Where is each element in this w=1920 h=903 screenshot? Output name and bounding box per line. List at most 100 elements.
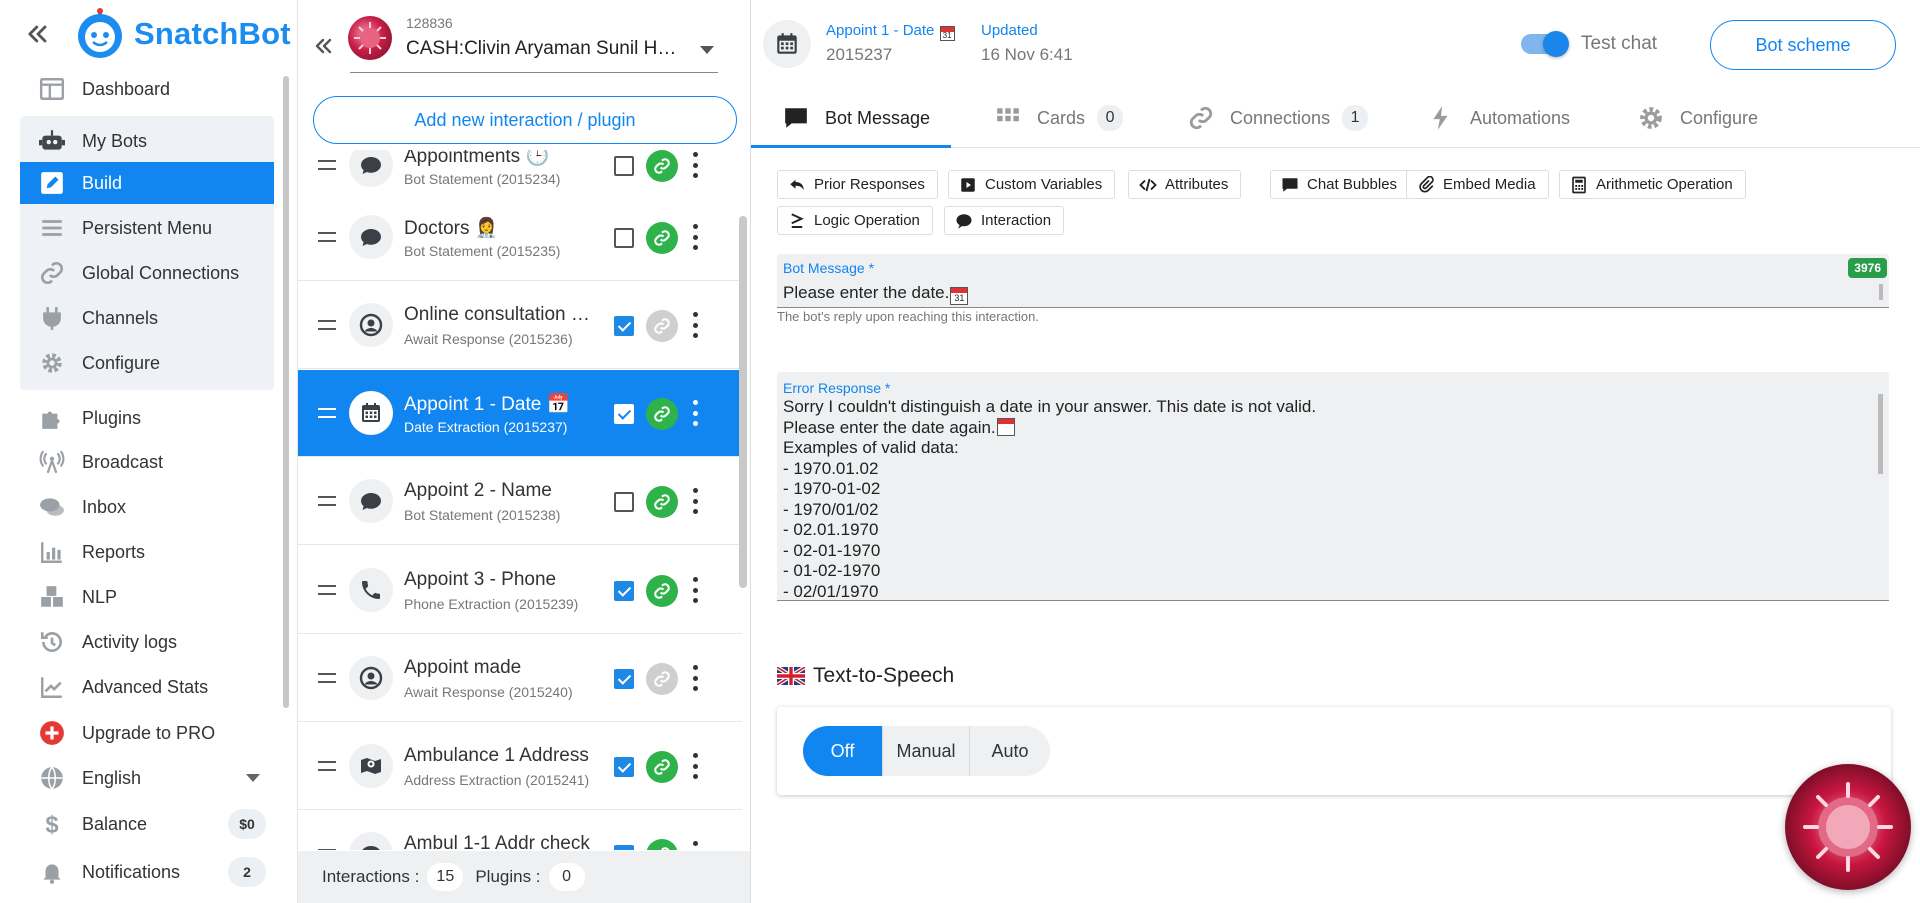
test-chat-toggle[interactable] xyxy=(1521,31,1569,57)
nav-balance[interactable]: $ Balance $0 xyxy=(20,803,274,845)
language-selector[interactable]: English xyxy=(20,757,274,799)
bot-scheme-button[interactable]: Bot scheme xyxy=(1710,20,1896,70)
tts-manual-option[interactable]: Manual xyxy=(883,726,970,776)
nav-upgrade-pro[interactable]: Upgrade to PRO xyxy=(20,712,274,754)
nav-inbox[interactable]: Inbox xyxy=(20,486,274,528)
attributes-chip[interactable]: Attributes xyxy=(1128,170,1242,199)
nav-dashboard[interactable]: Dashboard xyxy=(20,68,274,110)
interaction-row[interactable]: Doctors 👩‍⚕️ Bot Statement (2015235) xyxy=(298,194,742,281)
interaction-checkbox[interactable] xyxy=(614,156,634,176)
nav-persistent-menu[interactable]: Persistent Menu xyxy=(20,207,274,249)
interaction-row[interactable]: Appoint 3 - Phone Phone Extraction (20152… xyxy=(298,547,742,634)
link-icon[interactable] xyxy=(646,751,678,783)
interaction-row[interactable]: Appoint 1 - Date 📅 Date Extraction (20152… xyxy=(298,370,742,457)
more-options-icon[interactable] xyxy=(690,753,700,779)
interaction-row[interactable]: Appoint 2 - Name Bot Statement (2015238) xyxy=(298,458,742,545)
interaction-checkbox[interactable] xyxy=(614,669,634,689)
interaction-checkbox[interactable] xyxy=(614,845,634,850)
robot-logo-icon xyxy=(78,8,122,58)
interaction-list-scrollbar[interactable] xyxy=(739,216,747,588)
drag-handle-icon[interactable] xyxy=(318,496,336,506)
link-icon[interactable] xyxy=(646,222,678,254)
tts-auto-option[interactable]: Auto xyxy=(970,726,1050,776)
snatchbot-logo[interactable]: SnatchBot xyxy=(74,8,291,60)
drag-handle-icon[interactable] xyxy=(318,160,336,170)
interaction-row[interactable]: Online consultation with doctor Await Res… xyxy=(298,282,742,369)
error-response-input[interactable]: Sorry I couldn't distinguish a date in y… xyxy=(783,397,1316,602)
prior-responses-chip[interactable]: Prior Responses xyxy=(777,170,938,199)
chat-bubbles-chip[interactable]: Chat Bubbles xyxy=(1270,170,1411,199)
interaction-row[interactable]: Ambul 1-1 Addr check xyxy=(298,811,742,850)
link-icon[interactable] xyxy=(646,663,678,695)
nav-reports[interactable]: Reports xyxy=(20,531,274,573)
tts-off-option[interactable]: Off xyxy=(803,726,883,776)
more-options-icon[interactable] xyxy=(690,665,700,691)
nav-plugins[interactable]: Plugins xyxy=(20,397,274,439)
embed-media-chip[interactable]: Embed Media xyxy=(1406,170,1549,199)
nav-global-connections[interactable]: Global Connections xyxy=(20,252,274,294)
more-options-icon[interactable] xyxy=(690,488,700,514)
interaction-row[interactable]: Ambulance 1 Address Address Extraction (2… xyxy=(298,723,742,810)
more-options-icon[interactable] xyxy=(690,400,700,426)
interaction-checkbox[interactable] xyxy=(614,316,634,336)
more-options-icon[interactable] xyxy=(690,312,700,338)
bot-message-scrollbar[interactable] xyxy=(1879,284,1883,300)
logic-operation-chip[interactable]: Logic Operation xyxy=(777,206,933,235)
bot-message-input[interactable]: Please enter the date. 31 xyxy=(783,283,969,305)
bell-icon xyxy=(38,858,66,886)
drag-handle-icon[interactable] xyxy=(318,761,336,771)
nav-channels[interactable]: Channels xyxy=(20,297,274,339)
text-to-speech-heading: Text-to-Speech xyxy=(777,664,954,688)
tab-connections[interactable]: Connections 1 xyxy=(1188,88,1369,148)
error-response-field[interactable]: Error Response * Sorry I couldn't distin… xyxy=(777,372,1889,601)
nav-notifications[interactable]: Notifications 2 xyxy=(20,851,274,893)
tab-automations[interactable]: Automations xyxy=(1428,88,1570,148)
link-icon[interactable] xyxy=(646,310,678,342)
tab-configure[interactable]: Configure xyxy=(1638,88,1758,148)
link-icon[interactable] xyxy=(646,486,678,518)
custom-variables-chip[interactable]: Custom Variables xyxy=(948,170,1116,199)
bot-selector[interactable]: CASH:Clivin Aryaman Sunil Harsh Bot xyxy=(406,38,686,60)
arithmetic-operation-chip[interactable]: Arithmetic Operation xyxy=(1559,170,1746,199)
interaction-checkbox[interactable] xyxy=(614,581,634,601)
chat-widget-avatar[interactable] xyxy=(1785,764,1911,890)
drag-handle-icon[interactable] xyxy=(318,585,336,595)
chevron-down-icon[interactable] xyxy=(700,46,714,54)
more-options-icon[interactable] xyxy=(690,152,700,178)
drag-handle-icon[interactable] xyxy=(318,408,336,418)
sidebar-scrollbar[interactable] xyxy=(283,76,289,708)
nav-configure[interactable]: Configure xyxy=(20,342,274,384)
drag-handle-icon[interactable] xyxy=(318,849,336,850)
more-options-icon[interactable] xyxy=(690,841,700,850)
tab-cards[interactable]: Cards 0 xyxy=(995,88,1124,148)
interaction-checkbox[interactable] xyxy=(614,228,634,248)
link-icon[interactable] xyxy=(646,398,678,430)
interaction-chip[interactable]: Interaction xyxy=(944,206,1065,235)
collapse-panel-icon[interactable] xyxy=(312,34,336,58)
link-icon[interactable] xyxy=(646,839,678,850)
error-response-scrollbar[interactable] xyxy=(1878,394,1883,474)
interaction-row[interactable]: Appoint made Await Response (2015240) xyxy=(298,635,742,722)
link-icon[interactable] xyxy=(646,150,678,182)
drag-handle-icon[interactable] xyxy=(318,232,336,242)
add-interaction-button[interactable]: Add new interaction / plugin xyxy=(313,96,737,144)
more-options-icon[interactable] xyxy=(690,577,700,603)
more-options-icon[interactable] xyxy=(690,224,700,250)
nav-build[interactable]: Build xyxy=(20,162,274,204)
chip-label: Attributes xyxy=(1165,176,1229,193)
tab-bot-message[interactable]: Bot Message xyxy=(783,88,930,148)
drag-handle-icon[interactable] xyxy=(318,320,336,330)
nav-nlp[interactable]: NLP xyxy=(20,576,274,618)
nav-broadcast[interactable]: Broadcast xyxy=(20,441,274,483)
nav-advanced-stats[interactable]: Advanced Stats xyxy=(20,666,274,708)
nav-activity-logs[interactable]: Activity logs xyxy=(20,621,274,663)
robot-icon xyxy=(38,127,66,155)
collapse-sidebar-icon[interactable] xyxy=(24,20,52,48)
interaction-checkbox[interactable] xyxy=(614,404,634,424)
nav-my-bots[interactable]: My Bots xyxy=(20,120,274,162)
link-icon[interactable] xyxy=(646,575,678,607)
interaction-checkbox[interactable] xyxy=(614,492,634,512)
drag-handle-icon[interactable] xyxy=(318,673,336,683)
interaction-checkbox[interactable] xyxy=(614,757,634,777)
bot-message-field[interactable]: Bot Message * Please enter the date. 31 3… xyxy=(777,254,1889,308)
